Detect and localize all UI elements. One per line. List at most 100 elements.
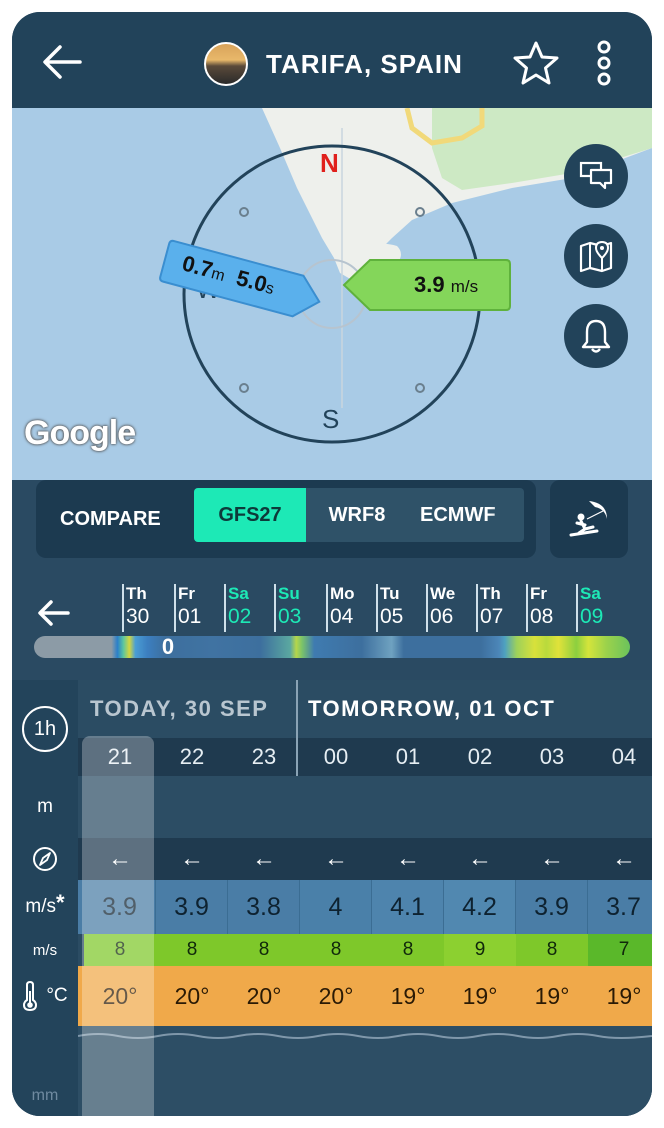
chat-icon	[579, 161, 613, 190]
tab-ecmwf[interactable]: ECMWF	[408, 488, 524, 542]
day-weekday: Sa	[580, 584, 601, 603]
timeline-knob[interactable]: 0	[158, 635, 178, 659]
gust-cell: 8	[300, 934, 372, 966]
kite-sport-button[interactable]	[550, 480, 628, 558]
day-divider	[296, 680, 298, 776]
temperature-cell: 19°	[534, 982, 570, 1009]
location-title[interactable]: TARIFA, SPAIN	[204, 42, 463, 86]
temperature-cell: 19°	[462, 982, 498, 1009]
day-item[interactable]: Fr 08	[526, 584, 572, 632]
day-weekday: Mo	[330, 584, 355, 603]
day-number: 07	[480, 605, 504, 628]
wind-speed-row-label: m/s *	[12, 880, 78, 934]
hour-cell: 22	[179, 744, 205, 769]
hour-cell: 23	[251, 744, 277, 769]
temperature-cell: 20°	[318, 982, 354, 1009]
day-item[interactable]: Th 30	[122, 584, 168, 632]
model-star-marker: *	[56, 890, 65, 915]
day-weekday: Su	[278, 584, 300, 603]
day-item[interactable]: We 06	[426, 584, 472, 632]
hours-row: 21 22 23 00 01 02 03 04	[78, 738, 652, 776]
day-item[interactable]: Fr 01	[174, 584, 220, 632]
wind-speed-cell: 3.9	[84, 880, 156, 934]
back-arrow-icon[interactable]	[40, 42, 84, 82]
google-logo: Google	[24, 414, 136, 452]
favorite-star-icon[interactable]	[512, 40, 560, 86]
hour-cell: 21	[107, 744, 133, 769]
model-tabs: GFS27 WRF8 ECMWF	[194, 488, 524, 542]
wind-speed-cell: 3.9	[516, 880, 588, 934]
gust-cell: 8	[156, 934, 228, 966]
day-weekday: Tu	[380, 584, 400, 603]
timeline-back-arrow-icon[interactable]	[36, 598, 72, 628]
compass-icon	[33, 847, 57, 871]
tab-gfs27[interactable]: GFS27	[194, 488, 306, 542]
temperature-cell: 19°	[390, 982, 426, 1009]
day-item[interactable]: Th 07	[476, 584, 522, 632]
forecast-table: 1h TODAY, 30 SEP TOMORROW, 01 OCT 21 22 23…	[12, 680, 652, 1116]
temperature-unit-label: °C	[46, 985, 68, 1006]
hour-cell: 01	[395, 744, 421, 769]
compass-south-label: S	[322, 404, 340, 434]
map-button[interactable]	[564, 224, 628, 288]
interval-toggle-button[interactable]: 1h	[22, 706, 68, 752]
hour-cell: 02	[467, 744, 493, 769]
temperature-row-label: °C	[12, 966, 78, 1026]
temperature-cell: 20°	[174, 982, 210, 1009]
day-number: 01	[178, 605, 202, 628]
tab-wrf8[interactable]: WRF8	[306, 488, 408, 542]
day-weekday: We	[430, 584, 456, 603]
day-number: 03	[278, 605, 302, 628]
day-number: 30	[126, 605, 150, 628]
day-number: 09	[580, 605, 604, 628]
day-item[interactable]: Mo 04	[326, 584, 372, 632]
gust-cell: 8	[228, 934, 300, 966]
more-options-icon[interactable]	[592, 40, 616, 86]
temperature-cell: 20°	[102, 982, 138, 1009]
wave-height-row	[78, 776, 652, 838]
wind-direction-arrow: ←	[252, 845, 276, 872]
rain-wave-line	[78, 1033, 652, 1039]
day-weekday: Sa	[228, 584, 249, 603]
wind-speed-cell: 4.2	[444, 880, 516, 934]
wind-direction-arrow: ←	[108, 845, 132, 872]
wind-speed: 3.9	[414, 272, 445, 297]
gust-cell: 7	[588, 934, 652, 966]
day-item[interactable]: Su 03	[274, 584, 320, 632]
rain-row-label: mm	[31, 1087, 59, 1104]
day-weekday: Th	[126, 584, 147, 603]
chat-button[interactable]	[564, 144, 628, 208]
wind-speed-unit: m/s	[450, 277, 479, 296]
compare-button[interactable]: COMPARE	[60, 508, 161, 531]
wind-speed-row: 3.9 3.9 3.8 4 4.1 4.2 3.9 3.7	[78, 880, 652, 934]
forecast-timeline-bar[interactable]	[34, 636, 630, 658]
map-pin-icon	[579, 240, 613, 273]
day-number: 04	[330, 605, 354, 628]
gust-row: 88888987	[78, 934, 652, 966]
day-number: 08	[530, 605, 554, 628]
wind-direction-row-label	[12, 838, 78, 880]
day-weekday: Th	[480, 584, 501, 603]
gust-row-label: m/s	[32, 941, 58, 959]
wind-speed-cell: 3.9	[156, 880, 228, 934]
day-weekday: Fr	[178, 584, 195, 603]
compass-north-label: N	[320, 148, 339, 178]
map-view[interactable]: N W S 0.7m 5.0s 3.9 m/s Google	[12, 108, 652, 480]
top-bar: TARIFA, SPAIN	[12, 12, 652, 108]
day-item[interactable]: Sa 09	[576, 584, 622, 632]
gust-cell: 8	[84, 934, 156, 966]
temperature-row: 20° 20° 20° 20° 19° 19° 19° 19°	[78, 966, 652, 1026]
bell-icon	[581, 319, 611, 353]
wind-speed-cell: 3.7	[588, 880, 652, 934]
day-number: 05	[380, 605, 404, 628]
day-item[interactable]: Sa 02	[224, 584, 270, 632]
wind-direction-arrow: ←	[612, 845, 636, 872]
alerts-button[interactable]	[564, 304, 628, 368]
app-window: TARIFA, SPAIN N W S	[12, 12, 652, 1116]
day-number: 02	[228, 605, 252, 628]
day-item[interactable]: Tu 05	[376, 584, 422, 632]
date-today: TODAY, 30 SEP	[90, 696, 269, 721]
wind-indicator: 3.9 m/s	[342, 258, 512, 312]
wind-direction-row: ← ← ← ← ← ← ← ←	[78, 838, 652, 880]
day-number: 06	[430, 605, 454, 628]
